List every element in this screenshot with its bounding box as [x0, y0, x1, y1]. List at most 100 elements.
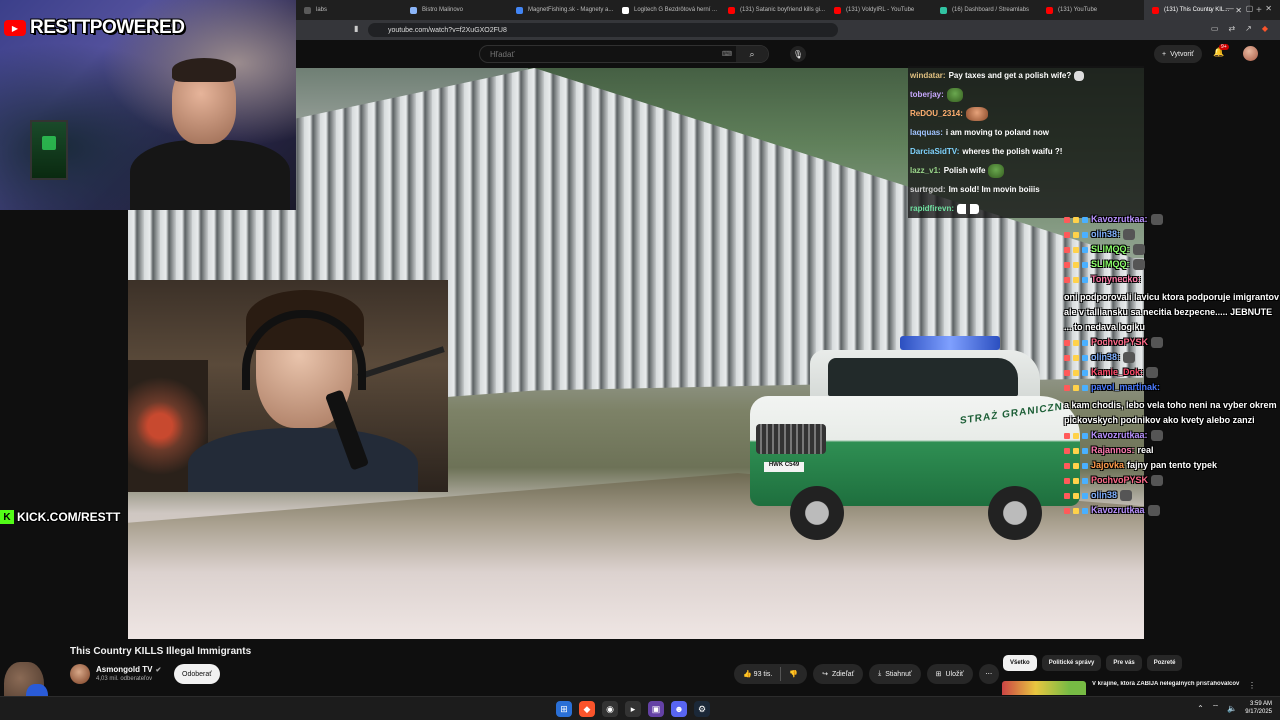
chat-username: laqquas:: [910, 128, 943, 137]
steam-icon[interactable]: ⚙: [694, 701, 710, 717]
thumb-up-icon: 👍: [743, 671, 752, 678]
minimize-icon[interactable]: —: [1226, 4, 1234, 13]
chat-username: SLIMQQ:: [1091, 244, 1130, 254]
save-button[interactable]: ⊞ Uložiť: [926, 664, 973, 684]
brand-text: RESTTPOWERED: [30, 17, 185, 38]
filter-chip[interactable]: Pozreté: [1146, 655, 1183, 671]
chat-username: olin38:: [1091, 352, 1121, 362]
youtube-header: ⌨ ⌕ 🎙 + Vytvoriť 🔔 9+: [296, 40, 1280, 68]
car-window: [828, 358, 1018, 396]
chat-text: oni podporovali lavicu ktora podporuje i…: [1064, 292, 1280, 332]
chat-message: PochvoPYSK: [1064, 473, 1280, 488]
taskbar-apps: ⊞ ◆ ◉ ▸ ▣ ☻ ⚙: [556, 701, 710, 717]
chat-emote-icon: [1151, 337, 1164, 348]
thumb-down-icon: 👎: [789, 671, 799, 678]
terminal-icon[interactable]: ▸: [625, 701, 641, 717]
windows-start-icon[interactable]: ⊞: [556, 701, 572, 717]
account-avatar[interactable]: [1243, 46, 1258, 61]
webcam-pc: [30, 120, 68, 180]
chat-message: Rajannos: real: [1064, 443, 1280, 458]
tab-favicon-icon: [410, 6, 417, 14]
chat-message: Kavozrutkaa:: [1064, 428, 1280, 443]
like-button[interactable]: 👍 93 tis.: [743, 670, 772, 678]
car-lightbar: [900, 336, 1000, 350]
browser-tab[interactable]: (131) YouTube: [1038, 0, 1144, 20]
filter-chip[interactable]: Všetko: [1003, 655, 1037, 671]
chat-badge-icon: [1064, 246, 1070, 253]
kick-logo-icon: K: [0, 510, 14, 524]
twitch-icon[interactable]: ▣: [648, 701, 664, 717]
mic-arm: [357, 346, 445, 380]
recommended-menu-icon[interactable]: ⋮: [1248, 681, 1256, 695]
chat-emote-icon: [1150, 214, 1163, 225]
chat-badge-icon: [1073, 462, 1079, 469]
system-tray: ⌃ ⌔ 🔈 3:59 AM 9/17/2025: [1197, 700, 1272, 716]
chat-message: Kavozrutkaa: [1064, 503, 1280, 518]
share-icon[interactable]: ↗: [1245, 24, 1252, 33]
car-plate: HWK C549: [764, 462, 804, 472]
discord-icon[interactable]: ☻: [671, 701, 687, 717]
dislike-button[interactable]: 👎: [789, 670, 807, 678]
keyboard-icon[interactable]: ⌨: [722, 50, 732, 58]
create-button[interactable]: + Vytvoriť: [1154, 45, 1202, 63]
bookmark-icon[interactable]: ▮: [354, 24, 358, 33]
browser-tab[interactable]: MagnetFishing.sk - Magnety a...: [508, 0, 614, 20]
clock[interactable]: 3:59 AM 9/17/2025: [1245, 700, 1272, 716]
browser-tab[interactable]: (131) VoldyIRL - YouTube: [826, 0, 932, 20]
chat-emote-icon: [1123, 352, 1136, 363]
browser-tab[interactable]: Logitech G Bezdrôtová herní ...: [614, 0, 720, 20]
url-text: youtube.com/watch?v=f2XuGXO2FU8: [388, 26, 507, 34]
chat-badge-icon: [1082, 462, 1088, 469]
webcam-person-torso: [130, 140, 290, 210]
chat-badge-icon: [1064, 354, 1070, 361]
chat-message: SLIMQQ:: [1064, 242, 1280, 257]
maximize-icon[interactable]: ▢: [1246, 4, 1254, 13]
clock-date: 9/17/2025: [1245, 709, 1272, 715]
chat-badge-icon: [1082, 477, 1088, 484]
tab-favicon-icon: [1152, 6, 1159, 14]
filter-chip[interactable]: Pre vás: [1106, 655, 1142, 671]
channel-avatar[interactable]: [70, 664, 90, 684]
volume-icon[interactable]: 🔈: [1227, 704, 1237, 713]
translate-icon[interactable]: ⇄: [1228, 24, 1235, 33]
filter-chip[interactable]: Politické správy: [1041, 655, 1102, 671]
network-icon[interactable]: ⌔: [1212, 703, 1220, 713]
recommended-video[interactable]: V krajine, ktorá ZABÍJA nelegálnych pris…: [1002, 681, 1272, 695]
channel-name[interactable]: Asmongold TV ✔: [96, 665, 161, 674]
browser-tab[interactable]: (16) Dashboard / Streamlabs: [932, 0, 1038, 20]
brave-shield-icon[interactable]: ◆: [1262, 24, 1268, 33]
cast-icon[interactable]: ▭: [1211, 24, 1219, 33]
subscribe-button[interactable]: Odoberať: [174, 664, 220, 684]
recommended-title[interactable]: V krajine, ktorá ZABÍJA nelegálnych pris…: [1092, 681, 1242, 695]
chat-badge-icon: [1082, 216, 1088, 223]
browser-tab[interactable]: (131) Satanic boyfriend kills gi...: [720, 0, 826, 20]
search-input[interactable]: [480, 49, 720, 59]
more-actions-button[interactable]: ⋯: [978, 664, 999, 684]
voice-search-button[interactable]: 🎙: [790, 46, 806, 62]
notifications-button[interactable]: 🔔 9+: [1213, 44, 1229, 58]
create-label: Vytvoriť: [1170, 50, 1194, 58]
download-button[interactable]: ⤓ Stiahnuť: [869, 664, 921, 684]
chat-username: olin38: [1091, 490, 1118, 500]
tab-search-icon[interactable]: ⌄: [1207, 4, 1214, 13]
close-window-icon[interactable]: ✕: [1265, 4, 1272, 13]
search-icon: ⌕: [749, 48, 755, 59]
brave-browser-icon[interactable]: ◆: [579, 701, 595, 717]
chat-badge-icon: [1073, 246, 1079, 253]
chat-message: Tonynecko: oni podporovali lavicu ktora p…: [1064, 272, 1280, 335]
chat-text: i am moving to poland now: [945, 128, 1050, 137]
recommended-thumbnail[interactable]: [1002, 681, 1086, 695]
chat-username: lazz_v1:: [910, 166, 941, 175]
url-field[interactable]: youtube.com/watch?v=f2XuGXO2FU8: [368, 23, 838, 37]
share-button[interactable]: ↪ Zdieľať: [813, 664, 864, 684]
chat-badge-icon: [1073, 261, 1079, 268]
obs-icon[interactable]: ◉: [602, 701, 618, 717]
browser-tab[interactable]: Bistro Malinovo: [402, 0, 508, 20]
browser-tab[interactable]: labs: [296, 0, 402, 20]
chat-username: Rajannos:: [1091, 445, 1135, 455]
chat-emote-icon: [1150, 430, 1163, 441]
chat-overlay-top: windatar: Pay taxes and get a polish wife…: [908, 66, 1144, 218]
search-button[interactable]: ⌕: [736, 46, 768, 62]
tray-chevron-icon[interactable]: ⌃: [1197, 704, 1204, 713]
subscriber-count: 4,03 mil. odberateľov: [96, 676, 153, 682]
